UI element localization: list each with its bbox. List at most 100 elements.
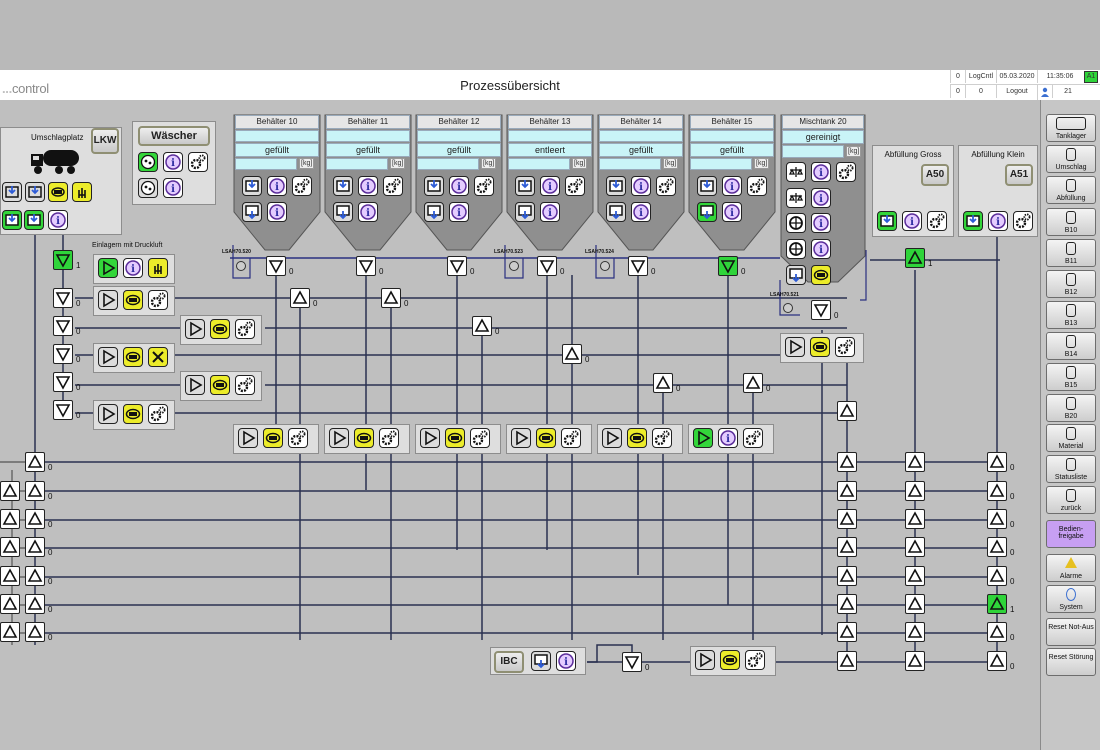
ibc-info-icon[interactable]: i xyxy=(556,651,576,671)
valve-ibc-mix[interactable] xyxy=(837,651,857,671)
valve-manifold-gross-4[interactable] xyxy=(905,566,925,586)
nav-material[interactable]: Material xyxy=(1046,424,1096,452)
nav-statusliste[interactable]: Statusliste xyxy=(1046,455,1096,483)
logctrl-label[interactable]: LogCntl xyxy=(965,70,996,83)
druckluft-info-icon[interactable]: i xyxy=(123,258,143,278)
mischtank-empty-button[interactable] xyxy=(786,265,806,285)
valve-manifold-klein-1[interactable] xyxy=(987,481,1007,501)
valve-manifold-gross-1[interactable] xyxy=(905,481,925,501)
transfer-green-button[interactable] xyxy=(2,210,22,230)
valve-manifold-gross-2[interactable] xyxy=(905,509,925,529)
valve-lkw-main[interactable] xyxy=(53,250,73,270)
druckluft-hand-icon[interactable] xyxy=(148,258,168,278)
valve-b20-in[interactable] xyxy=(743,373,763,393)
waescher-info-icon[interactable]: i xyxy=(163,152,183,172)
tank-info-icon-2[interactable]: i xyxy=(358,202,378,222)
valve-tank-outlet-1[interactable] xyxy=(356,256,376,276)
tank-empty-button[interactable] xyxy=(606,202,626,222)
valve-edge-0[interactable] xyxy=(0,481,20,501)
load-down-button[interactable] xyxy=(25,182,45,202)
tank-empty-button[interactable] xyxy=(333,202,353,222)
valve-b13-in[interactable] xyxy=(472,316,492,336)
waescher-info-icon-2[interactable]: i xyxy=(163,178,183,198)
tank-hold-button[interactable]: i xyxy=(718,428,738,448)
mischtank-scale-icon[interactable] xyxy=(786,162,806,182)
tank-control-gear-icon[interactable] xyxy=(288,428,308,448)
line-play-button[interactable] xyxy=(185,375,205,395)
valve-tank-outlet-0[interactable] xyxy=(266,256,286,276)
valve-manifold-klein-3[interactable] xyxy=(987,537,1007,557)
line-settings-icon[interactable] xyxy=(235,319,255,339)
tank-control-gear-icon[interactable] xyxy=(379,428,399,448)
tank-info-icon-2[interactable]: i xyxy=(449,202,469,222)
tank-fill-button[interactable] xyxy=(515,176,535,196)
tank-fill-button[interactable] xyxy=(333,176,353,196)
line-hold-button[interactable] xyxy=(210,319,230,339)
tank-gear-icon[interactable] xyxy=(383,176,403,196)
line-settings-icon[interactable] xyxy=(235,375,255,395)
valve-manifold-left-3[interactable] xyxy=(25,537,45,557)
valve-manifold-mix-3[interactable] xyxy=(837,537,857,557)
valve-manifold-klein-5[interactable] xyxy=(987,594,1007,614)
tank-gear-icon[interactable] xyxy=(565,176,585,196)
a51-code-button[interactable]: A51 xyxy=(1005,164,1033,186)
nav-abf-llung[interactable]: Abfüllung xyxy=(1046,176,1096,204)
valve-ibc-klein[interactable] xyxy=(987,651,1007,671)
abf-gross-gear-icon[interactable] xyxy=(927,211,947,231)
tank-fill-button[interactable] xyxy=(242,176,262,196)
tank-control-gear-icon[interactable] xyxy=(743,428,763,448)
valve-manifold-mix-2[interactable] xyxy=(837,509,857,529)
valve-mix-in[interactable] xyxy=(837,401,857,421)
valve-manifold-klein-0[interactable] xyxy=(987,452,1007,472)
nav-b13[interactable]: B13 xyxy=(1046,301,1096,329)
valve-manifold-left-6[interactable] xyxy=(25,622,45,642)
valve-manifold-mix-6[interactable] xyxy=(837,622,857,642)
tank-hold-button[interactable] xyxy=(445,428,465,448)
valve-manifold-mix-1[interactable] xyxy=(837,481,857,501)
valve-edge-2[interactable] xyxy=(0,537,20,557)
valve-tank-outlet-4[interactable] xyxy=(628,256,648,276)
mischtank-gear-icon[interactable] xyxy=(836,162,856,182)
ibc-hold-button[interactable] xyxy=(720,650,740,670)
tank-fill-button[interactable] xyxy=(424,176,444,196)
nav-b15[interactable]: B15 xyxy=(1046,363,1096,391)
valve-manifold-gross-6[interactable] xyxy=(905,622,925,642)
mischtank-hold-button[interactable] xyxy=(811,265,831,285)
nav-b14[interactable]: B14 xyxy=(1046,332,1096,360)
valve-b12-in[interactable] xyxy=(381,288,401,308)
tank-gear-icon[interactable] xyxy=(474,176,494,196)
nav-b12[interactable]: B12 xyxy=(1046,270,1096,298)
mischtank-play-button[interactable] xyxy=(785,337,805,357)
tank-control-gear-icon[interactable] xyxy=(652,428,672,448)
valve-abf-gross-in[interactable] xyxy=(905,248,925,268)
ibc-play-button[interactable] xyxy=(695,650,715,670)
ibc-code-button[interactable]: IBC xyxy=(494,651,524,673)
a50-code-button[interactable]: A50 xyxy=(921,164,949,186)
abf-klein-fill-button[interactable] xyxy=(963,211,983,231)
line-hold-button[interactable] xyxy=(123,290,143,310)
valve-left-4[interactable] xyxy=(53,400,73,420)
valve-b14-in[interactable] xyxy=(562,344,582,364)
valve-left-3[interactable] xyxy=(53,372,73,392)
abf-klein-info-icon[interactable]: i xyxy=(988,211,1008,231)
nav-bedien-freigabe[interactable]: Bedien-freigabe xyxy=(1046,520,1096,548)
valve-edge-3[interactable] xyxy=(0,566,20,586)
nav-umschlag[interactable]: Umschlag xyxy=(1046,145,1096,173)
mischtank-info-icon-2[interactable]: i xyxy=(811,188,831,208)
mischtank-info-icon-3[interactable]: i xyxy=(811,213,831,233)
valve-manifold-left-5[interactable] xyxy=(25,594,45,614)
mischtank-mix-icon[interactable] xyxy=(786,213,806,233)
valve-b15-in[interactable] xyxy=(653,373,673,393)
tank-control-gear-icon[interactable] xyxy=(470,428,490,448)
nav-b11[interactable]: B11 xyxy=(1046,239,1096,267)
valve-left-2[interactable] xyxy=(53,344,73,364)
tank-info-icon-2[interactable]: i xyxy=(722,202,742,222)
waescher-gear-icon[interactable] xyxy=(188,152,208,172)
line-play-button[interactable] xyxy=(185,319,205,339)
mischtank-mix-icon-2[interactable] xyxy=(786,239,806,259)
tank-fill-button[interactable] xyxy=(606,176,626,196)
tank-hold-button[interactable] xyxy=(263,428,283,448)
tank-empty-button[interactable] xyxy=(242,202,262,222)
valve-manifold-klein-2[interactable] xyxy=(987,509,1007,529)
valve-manifold-mix-4[interactable] xyxy=(837,566,857,586)
